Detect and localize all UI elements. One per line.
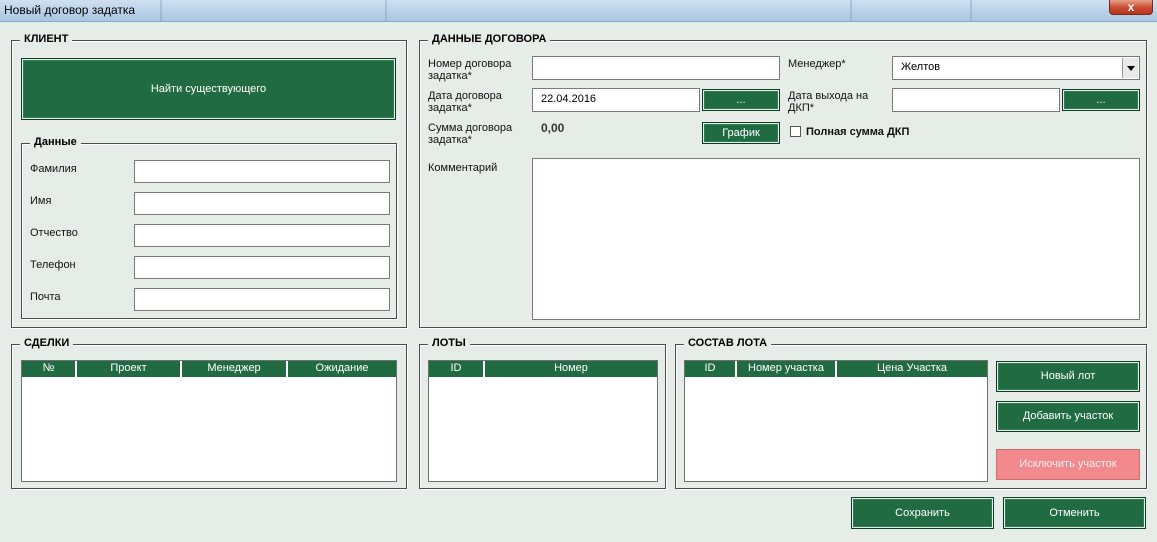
lot-composition-legend: СОСТАВ ЛОТА — [684, 337, 772, 349]
contract-date-picker-button[interactable]: ... — [702, 89, 780, 111]
background-gridline — [850, 0, 852, 22]
save-button[interactable]: Сохранить — [851, 497, 994, 529]
lots-list[interactable]: ID Номер — [428, 360, 658, 482]
patronymic-label: Отчество — [30, 227, 78, 239]
exit-date-picker-button[interactable]: ... — [1062, 89, 1140, 111]
comment-field[interactable] — [532, 158, 1140, 320]
client-data-legend: Данные — [30, 136, 81, 148]
deals-column-number[interactable]: № — [22, 361, 77, 377]
window-title: Новый договор задатка — [4, 3, 136, 17]
background-gridline — [970, 0, 972, 22]
contract-sum-label: Сумма договора задатка* — [428, 122, 513, 146]
client-data-group: Данные Фамилия Имя Отчество Телефон Почт… — [21, 136, 397, 319]
background-gridline — [385, 0, 387, 22]
lastname-label: Фамилия — [30, 163, 77, 175]
full-sum-checkbox[interactable] — [790, 126, 801, 137]
phone-label: Телефон — [30, 259, 76, 271]
lot-composition-column-id[interactable]: ID — [685, 361, 737, 377]
full-sum-label: Полная сумма ДКП — [806, 126, 910, 138]
new-lot-button[interactable]: Новый лот — [996, 361, 1140, 392]
lots-legend: ЛОТЫ — [428, 337, 470, 349]
lastname-field[interactable] — [134, 160, 390, 183]
cancel-button[interactable]: Отменить — [1003, 497, 1146, 529]
exclude-plot-button[interactable]: Исключить участок — [996, 449, 1140, 480]
deals-group: СДЕЛКИ № Проект Менеджер Ожидание — [11, 337, 407, 489]
window-titlebar: Новый договор задатка x — [0, 0, 1157, 22]
chevron-down-icon[interactable] — [1122, 58, 1138, 78]
exit-date-field[interactable] — [892, 88, 1060, 112]
comment-label: Комментарий — [428, 162, 498, 174]
lots-column-number[interactable]: Номер — [485, 361, 657, 377]
firstname-field[interactable] — [134, 192, 390, 215]
firstname-label: Имя — [30, 195, 52, 207]
phone-field[interactable] — [134, 256, 390, 279]
lot-composition-group: СОСТАВ ЛОТА ID Номер участка Цена Участк… — [675, 337, 1147, 489]
email-field[interactable] — [134, 288, 390, 311]
manager-label: Менеджер* — [788, 58, 846, 70]
deals-legend: СДЕЛКИ — [20, 337, 74, 349]
contract-group: ДАННЫЕ ДОГОВОРА Номер договора задатка* … — [419, 33, 1147, 328]
deals-list[interactable]: № Проект Менеджер Ожидание — [21, 360, 397, 482]
contract-date-field[interactable]: 22.04.2016 — [532, 88, 700, 112]
lot-composition-column-plot-number[interactable]: Номер участка — [737, 361, 837, 377]
deals-column-project[interactable]: Проект — [77, 361, 182, 377]
contract-sum-value: 0,00 — [541, 121, 565, 135]
lots-column-id[interactable]: ID — [429, 361, 485, 377]
deals-column-waiting[interactable]: Ожидание — [288, 361, 396, 377]
contract-legend: ДАННЫЕ ДОГОВОРА — [428, 33, 551, 45]
lot-composition-list[interactable]: ID Номер участка Цена Участка — [684, 360, 988, 482]
contract-number-label: Номер договора задатка* — [428, 58, 512, 82]
lot-composition-column-plot-price[interactable]: Цена Участка — [837, 361, 987, 377]
manager-select-value: Желтов — [901, 61, 941, 73]
deals-column-manager[interactable]: Менеджер — [182, 361, 288, 377]
patronymic-field[interactable] — [134, 224, 390, 247]
add-plot-button[interactable]: Добавить участок — [996, 401, 1140, 432]
lots-list-header: ID Номер — [429, 361, 657, 377]
client-legend: КЛИЕНТ — [20, 33, 73, 45]
close-icon[interactable]: x — [1109, 0, 1153, 15]
deals-list-header: № Проект Менеджер Ожидание — [22, 361, 396, 377]
client-group: КЛИЕНТ Найти существующего Данные Фамили… — [11, 33, 407, 328]
lots-group: ЛОТЫ ID Номер — [419, 337, 666, 489]
lot-composition-list-header: ID Номер участка Цена Участка — [685, 361, 987, 377]
contract-date-label: Дата договора задатка* — [428, 90, 502, 114]
schedule-button[interactable]: График — [702, 122, 780, 144]
find-existing-button[interactable]: Найти существующего — [21, 58, 396, 120]
manager-select[interactable]: Желтов — [892, 56, 1140, 80]
email-label: Почта — [30, 291, 61, 303]
exit-date-label: Дата выхода на ДКП* — [788, 90, 869, 114]
contract-number-field[interactable] — [532, 56, 780, 80]
background-gridline — [160, 0, 162, 22]
